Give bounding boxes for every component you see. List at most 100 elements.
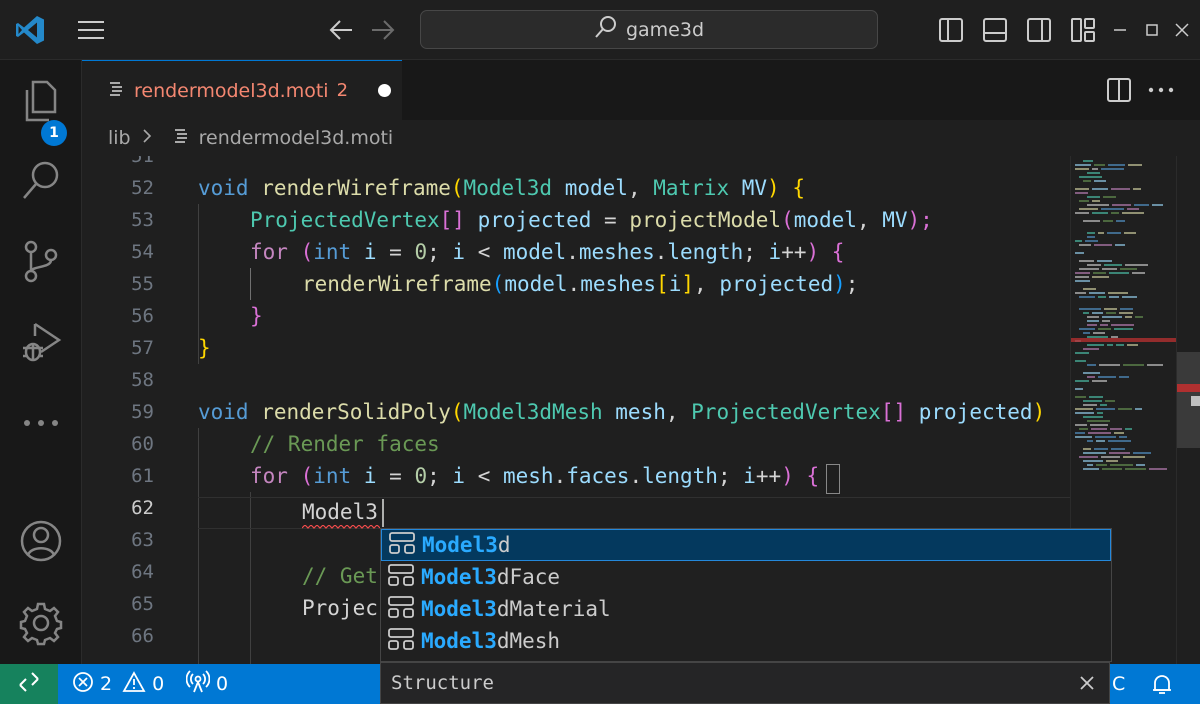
customize-layout-icon[interactable] [1070,17,1096,47]
minimap-line [1075,432,1085,434]
structure-input[interactable]: Structure [380,662,1110,704]
minimap-line [1083,452,1106,454]
minimap-line [1087,464,1093,466]
code-line-62: Model3 [302,496,378,528]
code-token: i [452,464,466,488]
code-token: // Render faces [250,432,440,456]
ports-count: 0 [216,673,229,695]
minimap-line [1087,344,1104,346]
code-token: meshes [578,240,655,264]
minimap-line [1132,272,1145,274]
code-token: i [743,464,756,488]
problems-indicator[interactable]: 2 0 [72,664,164,704]
minimap-line [1115,244,1125,246]
minimap-line [1111,448,1125,450]
vertical-scrollbar[interactable] [1176,156,1200,664]
code-token: 0 [414,464,428,488]
status-item-partial[interactable]: C [1112,664,1125,704]
minimap-line [1101,456,1120,458]
minimap-line [1120,268,1137,270]
suggest-widget: Model3 d Model3 dFace Model3 dMaterial Model3 d… [380,528,1112,662]
split-editor-icon[interactable] [1106,77,1132,107]
toggle-primary-sidebar-icon[interactable] [938,17,964,47]
settings-gear-icon[interactable] [0,600,82,646]
line-number-gutter: 51 52 53 54 55 56 57 58 59 60 61 62 63 64 65 66 [82,156,172,664]
struct-symbol-icon [387,627,415,656]
command-center-search[interactable]: game3d [420,10,878,49]
minimap-line [1089,292,1105,294]
minimap-line [1135,408,1142,410]
code-token: length [667,240,744,264]
line-number: 58 [131,369,154,391]
file-lines-icon [108,80,124,102]
breadcrumb-file[interactable]: rendermodel3d.moti [199,127,394,149]
minimap-line [1087,364,1096,366]
minimap-line [1079,308,1101,310]
indent-guide [250,268,251,300]
accounts-icon[interactable] [0,518,82,564]
search-text: game3d [625,18,705,41]
code-token: ; [743,240,769,264]
minimap-line [1075,240,1082,242]
suggestion-item[interactable]: Model3 dMesh [381,625,1111,657]
more-actions-icon[interactable] [1146,77,1176,107]
minimap-line [1075,408,1093,410]
suggestion-item[interactable]: Model3 d [381,529,1111,561]
line-number: 66 [131,625,154,647]
minimap-line [1079,428,1088,430]
code-token: { [806,464,820,488]
code-token: i [768,240,782,264]
minimap-line [1095,436,1116,438]
suggestion-rest: d [497,533,511,557]
unsaved-dot-icon[interactable] [378,84,392,97]
breadcrumb-folder[interactable]: lib [108,127,131,149]
minimap-line [1075,360,1086,362]
toggle-secondary-sidebar-icon[interactable] [1026,17,1052,47]
minimap-line [1079,328,1095,330]
ports-indicator[interactable]: 0 [185,664,229,704]
suggestion-match: Model3 [421,597,497,621]
back-arrow-icon[interactable] [328,18,354,46]
code-token: < [465,464,503,488]
code-line-59: void renderSolidPoly(Model3dMesh mesh, P… [198,396,1045,428]
suggestion-item[interactable]: Model3 dMaterial [381,593,1111,625]
minimap-line [1083,400,1102,402]
code-token: ( [300,464,314,488]
tab-rendermodel3d[interactable]: rendermodel3d.moti 2 [82,60,402,120]
minimap-line [1075,192,1088,194]
minimap-line [1083,372,1100,374]
menu-icon[interactable] [76,19,106,45]
minimap-line [1136,464,1145,466]
toggle-panel-icon[interactable] [982,17,1008,47]
source-control-icon[interactable] [0,238,82,284]
minimap-line [1101,208,1124,210]
minimap-line [1094,244,1112,246]
code-token: [ [656,272,669,296]
code-line-53: ProjectedVertex[] projected = projectMod… [250,204,933,236]
minimap-line [1075,212,1089,214]
minimap-line [1098,232,1104,234]
indent-guide [198,428,199,664]
forward-arrow-icon[interactable] [370,18,396,46]
code-token: ) [1032,400,1046,424]
minimap-line [1075,168,1089,170]
maximize-icon[interactable] [1140,18,1164,46]
remote-indicator[interactable] [0,664,58,704]
minimap-line [1079,244,1091,246]
close-icon[interactable] [1077,673,1097,698]
explorer-icon[interactable]: 1 [0,78,82,146]
close-window-icon[interactable] [1170,18,1194,46]
struct-symbol-icon [388,531,416,560]
search-view-icon[interactable] [0,158,82,204]
notifications-bell-icon[interactable] [1150,664,1174,704]
more-views-icon[interactable] [0,408,82,438]
minimize-icon[interactable] [1108,18,1132,46]
run-debug-icon[interactable] [0,318,82,364]
minimap-line [1111,324,1134,326]
error-icon [72,671,94,698]
warning-icon [122,670,146,698]
minimap-line [1083,460,1103,462]
suggestion-item[interactable]: Model3 dFace [381,561,1111,593]
